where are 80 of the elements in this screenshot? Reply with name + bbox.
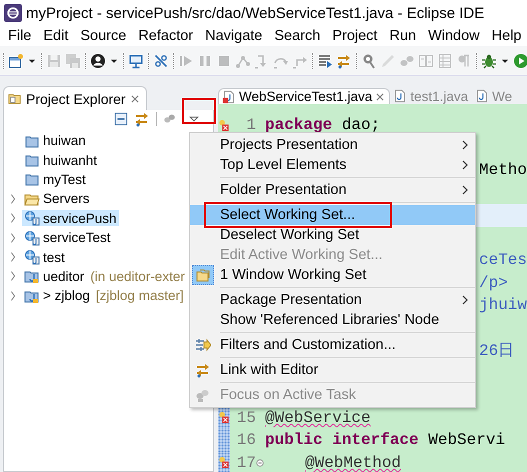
close-icon[interactable]	[375, 92, 386, 102]
code-text: jhuiw	[479, 296, 527, 314]
code-text: package dao;	[265, 116, 380, 134]
menu-item[interactable]: Filters and Customization...	[190, 335, 475, 355]
line-number: 17	[236, 454, 256, 472]
tree-item[interactable]: huiwanht	[22, 152, 100, 168]
editor-tab[interactable]: WebServiceTest1.java	[218, 88, 390, 104]
web-project-icon	[24, 249, 40, 266]
menu-item[interactable]: Link with Editor	[190, 360, 475, 380]
expand-icon[interactable]	[9, 271, 17, 282]
web-project-icon	[24, 230, 40, 246]
project-decoration: [zjblog master]	[96, 288, 184, 304]
tree-item[interactable]: huiwan	[22, 132, 88, 149]
menu-item[interactable]: Show 'Referenced Libraries' Node	[190, 310, 475, 330]
menu-item[interactable]: Select Working Set...	[190, 205, 475, 225]
bug-icon[interactable]	[481, 52, 497, 68]
expand-icon[interactable]	[9, 290, 17, 301]
menu-item[interactable]: Project	[326, 28, 384, 44]
java-file-icon	[475, 89, 490, 103]
code-text: public interface WebServi	[265, 431, 506, 450]
run-icon[interactable]	[513, 52, 527, 68]
menu-item[interactable]: Run	[383, 28, 422, 44]
menu-item[interactable]: Refactor	[132, 28, 200, 44]
folder-icon	[8, 92, 22, 106]
tree-item[interactable]: servicePush	[22, 210, 119, 226]
fold-icon[interactable]	[256, 458, 264, 467]
menu-item[interactable]: File	[2, 28, 38, 44]
person-icon[interactable]	[90, 52, 106, 68]
eclipse-logo-icon	[4, 4, 22, 22]
line-number: 16	[236, 431, 256, 450]
tree-item[interactable]: > zjblog	[22, 288, 92, 304]
working-set-icon	[195, 267, 211, 283]
expand-icon[interactable]	[9, 194, 17, 204]
menu-item[interactable]: Folder Presentation	[190, 180, 475, 200]
expand-icon[interactable]	[9, 232, 17, 243]
tab-label: We	[492, 88, 512, 104]
tab-label: WebServiceTest1.java	[239, 89, 372, 104]
caret-icon	[189, 114, 199, 124]
code-text: Metho	[479, 161, 527, 180]
web-project-icon	[24, 210, 40, 226]
window-title: myProject - servicePush/src/dao/WebServiceTest1.java - Eclipse IDE	[26, 4, 484, 22]
list-icon[interactable]	[317, 52, 333, 68]
monitor-icon[interactable]	[128, 52, 144, 68]
code-text: @WebMethod	[305, 454, 402, 472]
menu-item[interactable]: Top Level Elements	[190, 155, 475, 175]
tree-item[interactable]: myTest	[22, 171, 88, 188]
close-icon[interactable]	[130, 94, 140, 104]
expand-icon[interactable]	[9, 213, 17, 224]
project-decoration: (in ueditor-exter	[90, 268, 185, 284]
new-file-icon[interactable]	[8, 52, 24, 68]
menu-item[interactable]: Edit	[37, 28, 74, 44]
code-text: 26日	[479, 342, 514, 360]
menu-item[interactable]: Deselect Working Set	[190, 225, 475, 245]
view-tab[interactable]: Project Explorer	[3, 86, 147, 110]
menu-item[interactable]: Navigate	[199, 28, 268, 44]
tab-label: test1.java	[410, 88, 468, 104]
focus-icon	[195, 387, 211, 403]
menu-item[interactable]: 1 Window Working Set	[190, 265, 475, 285]
tab-label: Project Explorer	[26, 90, 126, 106]
filters-icon	[195, 337, 211, 353]
collapse-all-icon[interactable]	[114, 112, 128, 126]
code-text: @WebService	[265, 408, 371, 427]
java-file-icon	[393, 89, 408, 103]
code-text: /p>	[479, 274, 508, 292]
expand-icon[interactable]	[9, 252, 17, 262]
menu-item[interactable]: Search	[268, 28, 326, 44]
tree-item[interactable]: Servers	[22, 190, 92, 207]
swap-icon[interactable]	[336, 52, 352, 68]
tree-item[interactable]: test	[22, 249, 67, 266]
menu-item[interactable]: Window	[422, 28, 486, 44]
java-file-icon	[222, 90, 236, 104]
menu-item[interactable]: Projects Presentation	[190, 135, 475, 155]
menu-item[interactable]: Help	[486, 28, 527, 44]
code-text: ceTes	[479, 251, 527, 270]
line-number: 15	[236, 408, 256, 427]
tree-item[interactable]: serviceTest	[22, 230, 113, 246]
menu-item[interactable]: Source	[74, 28, 132, 44]
menu-item[interactable]: Package Presentation	[190, 290, 475, 310]
line-number: 1	[245, 116, 256, 134]
tree-item[interactable]: ueditor	[22, 268, 86, 284]
